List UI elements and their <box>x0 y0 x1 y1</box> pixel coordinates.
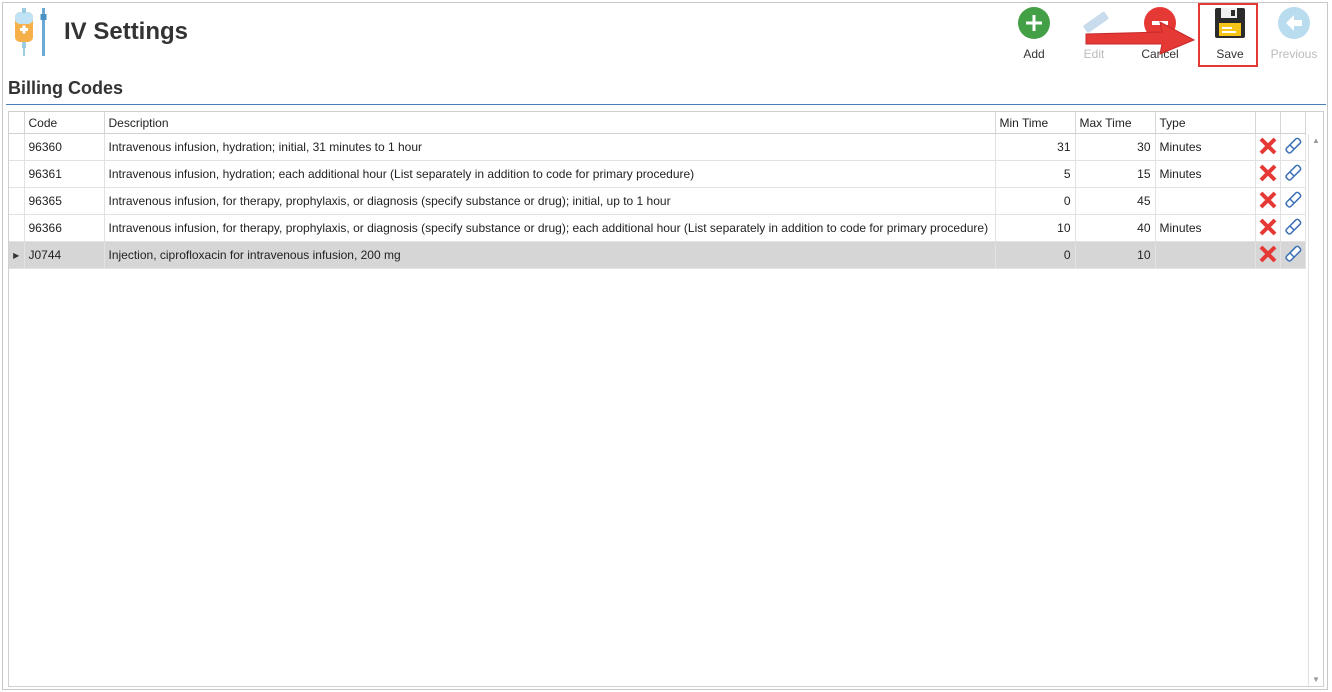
delete-x-icon <box>1259 191 1276 208</box>
edit-row-button[interactable] <box>1280 187 1306 215</box>
cell-description: Intravenous infusion, for therapy, proph… <box>104 187 996 215</box>
delete-column-header <box>1255 112 1281 134</box>
pencil-edit-icon <box>1284 164 1301 181</box>
delete-x-icon <box>1259 245 1276 262</box>
cell-type: Minutes <box>1155 160 1256 188</box>
delete-row-button[interactable] <box>1255 160 1281 188</box>
annotation-arrow-icon <box>1085 21 1196 55</box>
delete-row-button[interactable] <box>1255 187 1281 215</box>
cell-max-time: 40 <box>1075 214 1156 242</box>
column-header-code[interactable]: Code <box>24 112 105 134</box>
cell-max-time: 10 <box>1075 241 1156 269</box>
column-header-description[interactable]: Description <box>104 112 996 134</box>
delete-x-icon <box>1259 218 1276 235</box>
delete-x-icon <box>1259 164 1276 181</box>
cell-code: 96366 <box>24 214 105 242</box>
cell-code: 96361 <box>24 160 105 188</box>
previous-label: Previous <box>1270 47 1318 61</box>
pencil-edit-icon <box>1284 191 1301 208</box>
delete-row-button[interactable] <box>1255 241 1281 269</box>
cell-min-time: 0 <box>995 241 1076 269</box>
cell-min-time: 5 <box>995 160 1076 188</box>
row-indicator[interactable] <box>9 187 25 215</box>
add-icon <box>1018 7 1050 39</box>
pencil-edit-icon <box>1284 137 1301 154</box>
table-row[interactable]: 96361 Intravenous infusion, hydration; e… <box>9 160 1306 188</box>
edit-row-button[interactable] <box>1280 160 1306 188</box>
scroll-up-icon[interactable]: ▲ <box>1312 136 1320 145</box>
cell-max-time: 45 <box>1075 187 1156 215</box>
cell-description: Injection, ciprofloxacin for intravenous… <box>104 241 996 269</box>
row-indicator-current[interactable]: ▶ <box>9 241 25 269</box>
indicator-header <box>9 112 25 134</box>
add-label: Add <box>1023 47 1045 61</box>
save-highlight-box <box>1198 3 1258 67</box>
cell-min-time: 31 <box>995 133 1076 161</box>
pencil-edit-icon <box>1284 245 1301 262</box>
iv-bag-icon <box>15 8 47 56</box>
section-title: Billing Codes <box>8 78 124 98</box>
cell-code: J0744 <box>24 241 105 269</box>
cell-type <box>1155 187 1256 215</box>
edit-column-header <box>1280 112 1306 134</box>
vertical-scrollbar[interactable]: ▲ ▼ <box>1308 134 1323 686</box>
add-button[interactable]: Add <box>1006 6 1062 61</box>
cell-type: Minutes <box>1155 214 1256 242</box>
cell-description: Intravenous infusion, for therapy, proph… <box>104 214 996 242</box>
column-header-min-time[interactable]: Min Time <box>995 112 1076 134</box>
cell-code: 96365 <box>24 187 105 215</box>
cell-type <box>1155 241 1256 269</box>
column-header-type[interactable]: Type <box>1155 112 1256 134</box>
cell-description: Intravenous infusion, hydration; initial… <box>104 133 996 161</box>
column-header-max-time[interactable]: Max Time <box>1075 112 1156 134</box>
scroll-down-icon[interactable]: ▼ <box>1312 675 1320 684</box>
previous-button[interactable]: Previous <box>1266 6 1322 61</box>
cell-type: Minutes <box>1155 133 1256 161</box>
table-row[interactable]: 96366 Intravenous infusion, for therapy,… <box>9 214 1306 242</box>
delete-row-button[interactable] <box>1255 133 1281 161</box>
header-row: Code Description Min Time Max Time Type <box>9 112 1306 134</box>
page-title: IV Settings <box>64 18 189 45</box>
billing-codes-grid: Code Description Min Time Max Time Type … <box>8 111 1324 687</box>
cell-min-time: 10 <box>995 214 1076 242</box>
cell-code: 96360 <box>24 133 105 161</box>
cell-max-time: 30 <box>1075 133 1156 161</box>
delete-x-icon <box>1259 137 1276 154</box>
table-row-selected[interactable]: ▶ J0744 Injection, ciprofloxacin for int… <box>9 241 1306 269</box>
pencil-edit-icon <box>1284 218 1301 235</box>
back-arrow-icon <box>1278 7 1310 39</box>
row-indicator[interactable] <box>9 133 25 161</box>
row-indicator[interactable] <box>9 160 25 188</box>
cell-min-time: 0 <box>995 187 1076 215</box>
cell-max-time: 15 <box>1075 160 1156 188</box>
table-row[interactable]: 96365 Intravenous infusion, for therapy,… <box>9 187 1306 215</box>
cell-description: Intravenous infusion, hydration; each ad… <box>104 160 996 188</box>
section-divider <box>6 104 1326 105</box>
row-indicator[interactable] <box>9 214 25 242</box>
edit-row-button[interactable] <box>1280 133 1306 161</box>
delete-row-button[interactable] <box>1255 214 1281 242</box>
edit-row-button[interactable] <box>1280 241 1306 269</box>
edit-row-button[interactable] <box>1280 214 1306 242</box>
table-row[interactable]: 96360 Intravenous infusion, hydration; i… <box>9 133 1306 161</box>
